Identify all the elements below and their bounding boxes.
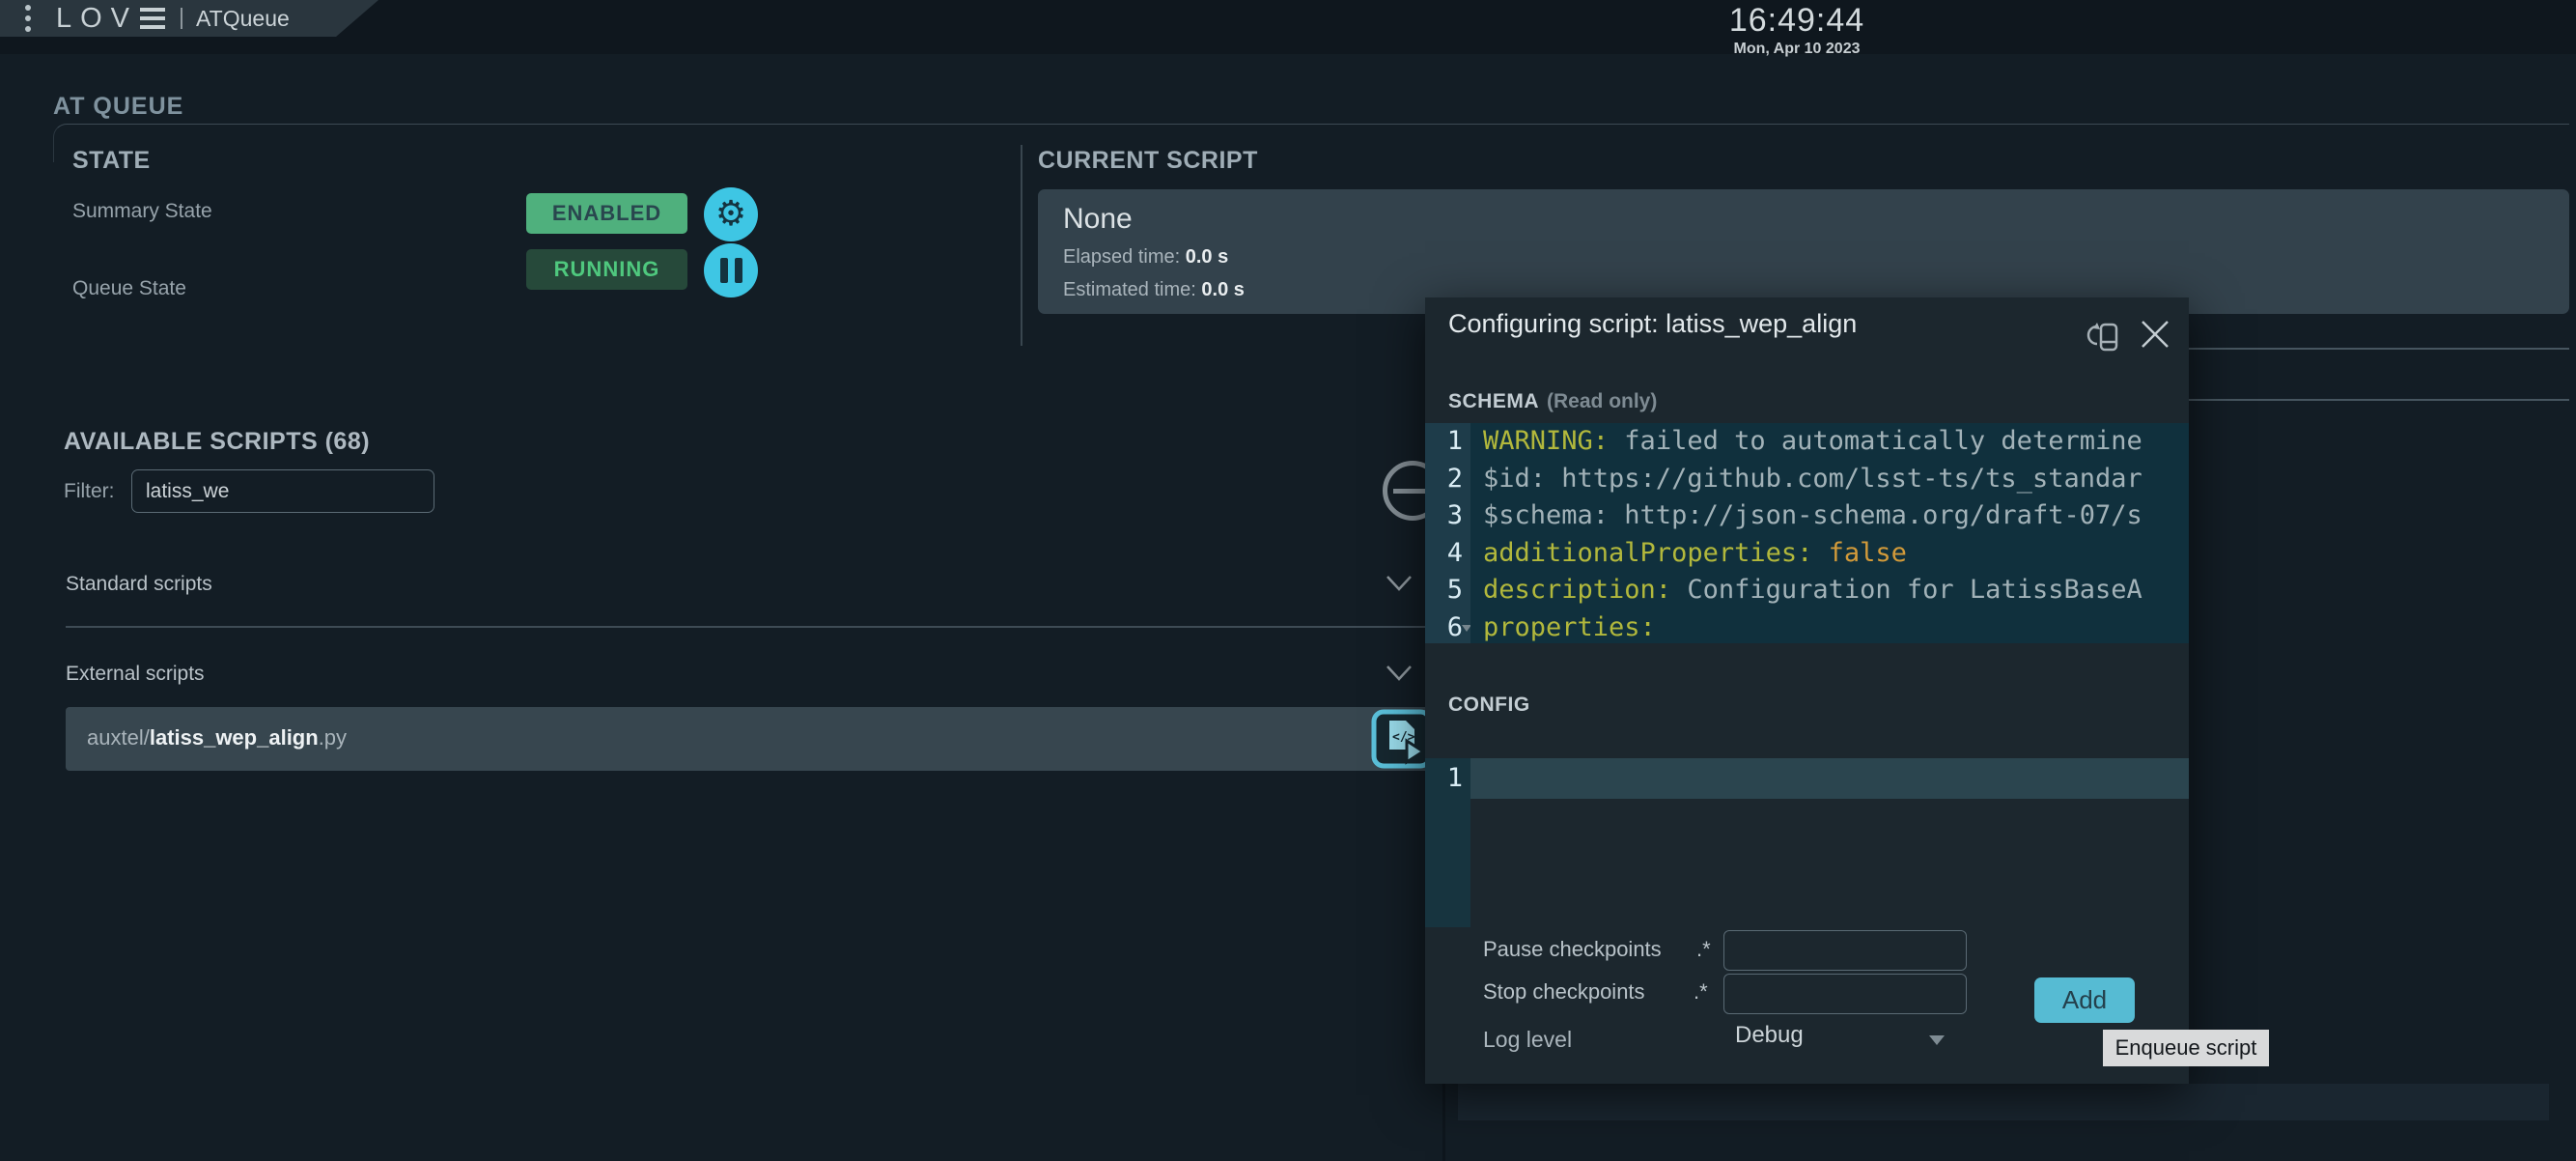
top-bar: LOV ATQueue (0, 0, 386, 37)
elapsed-time-value: 0.0 s (1186, 246, 1228, 268)
filter-input[interactable] (131, 469, 434, 513)
current-script-title: CURRENT SCRIPT (1038, 147, 1258, 175)
line-number: 4 (1425, 535, 1470, 573)
section-title: AT QUEUE (53, 93, 183, 121)
pause-checkpoints-label: Pause checkpoints (1483, 937, 1662, 962)
pause-checkpoints-input[interactable] (1723, 930, 1967, 971)
summary-state-badge: ENABLED (526, 193, 687, 234)
current-script-card: None Elapsed time: 0.0 s Estimated time:… (1038, 189, 2569, 314)
line-number: 1 (1425, 423, 1470, 461)
estimated-time-value: 0.0 s (1201, 279, 1244, 300)
config-title: CONFIG (1448, 694, 1530, 717)
schema-gutter: 1 2 3 4 5 6 (1425, 423, 1470, 643)
standard-scripts-label: Standard scripts (66, 573, 212, 596)
elapsed-time-label: Elapsed time: (1063, 246, 1186, 268)
script-path: auxtel/latiss_wep_align.py (87, 725, 347, 750)
script-path-prefix: auxtel/ (87, 725, 150, 750)
state-panel-title: STATE (72, 147, 151, 175)
queue-state-badge: RUNNING (526, 249, 687, 290)
top-strip (0, 0, 2576, 54)
app-title: ATQueue (196, 6, 290, 32)
filter-label: Filter: (64, 480, 115, 503)
love-logo: LOV (56, 3, 165, 35)
external-scripts-group[interactable]: External scripts (53, 645, 1440, 717)
atqueue-page: LOV ATQueue 16:49:44 Mon, Apr 10 2023 AT… (0, 0, 2576, 1161)
section-divider (53, 124, 2569, 162)
schema-title: SCHEMA (1448, 390, 1539, 412)
summary-state-config-button[interactable]: ⚙ (704, 187, 758, 241)
line-number: 3 (1425, 497, 1470, 535)
estimated-time-row: Estimated time: 0.0 s (1063, 279, 1245, 301)
log-level-select[interactable]: Debug (1723, 1020, 1950, 1059)
logo-divider (181, 8, 182, 29)
estimated-time-label: Estimated time: (1063, 279, 1201, 300)
script-extension: .py (319, 725, 347, 750)
modal-title: Configuring script: latiss_wep_align (1448, 309, 1857, 339)
caret-down-icon (1929, 1035, 1945, 1045)
line-number: 2 (1425, 461, 1470, 498)
group-divider (66, 626, 1440, 628)
pause-queue-button[interactable] (704, 243, 758, 297)
clock: 16:49:44 Mon, Apr 10 2023 (1695, 2, 1898, 58)
external-scripts-label: External scripts (66, 663, 205, 686)
pause-icon (720, 258, 742, 283)
elapsed-time-row: Elapsed time: 0.0 s (1063, 246, 1228, 269)
column-divider (1021, 145, 1022, 346)
clock-time: 16:49:44 (1695, 2, 1898, 40)
right-panel-fragment (1458, 1084, 2549, 1120)
logo-e-icon (140, 8, 165, 29)
chevron-down-icon (1386, 665, 1413, 682)
enqueue-script-tooltip: Enqueue script (2103, 1030, 2269, 1066)
stop-checkpoints-input[interactable] (1723, 974, 1967, 1014)
gear-icon: ⚙ (715, 197, 746, 232)
line-number: 6 (1425, 609, 1470, 644)
queue-state-label: Queue State (72, 277, 186, 300)
schema-heading: SCHEMA (Read only) (1448, 390, 1657, 413)
line-number: 1 (1425, 758, 1470, 799)
close-icon[interactable] (2138, 317, 2172, 352)
config-gutter: 1 (1425, 758, 1470, 927)
line-number: 5 (1425, 572, 1470, 609)
available-scripts-title: AVAILABLE SCRIPTS (68) (64, 428, 370, 456)
menu-icon[interactable] (25, 5, 31, 32)
summary-state-label: Summary State (72, 200, 212, 223)
log-level-label: Log level (1483, 1027, 1572, 1053)
rotate-panel-icon[interactable] (2086, 319, 2124, 357)
chevron-down-icon (1386, 575, 1413, 592)
stop-checkpoints-regex: .* (1694, 979, 1708, 1005)
current-script-name: None (1063, 203, 1133, 236)
script-name: latiss_wep_align (150, 725, 319, 750)
stop-checkpoints-label: Stop checkpoints (1483, 979, 1645, 1005)
configure-script-modal: Configuring script: latiss_wep_align SCH… (1425, 297, 2189, 1084)
config-editor[interactable]: 1 (1425, 758, 2189, 927)
add-button[interactable]: Add (2034, 977, 2135, 1023)
schema-code: WARNING: failed to automatically determi… (1470, 423, 2189, 643)
pause-checkpoints-regex: .* (1696, 937, 1711, 962)
column-gap (1442, 1084, 1445, 1161)
logo-text: LOV (56, 3, 138, 35)
script-list-item[interactable]: auxtel/latiss_wep_align.py </> (66, 707, 1429, 771)
log-level-value: Debug (1735, 1022, 1804, 1049)
clock-date: Mon, Apr 10 2023 (1695, 41, 1898, 58)
standard-scripts-group[interactable]: Standard scripts (53, 555, 1440, 627)
launch-script-icon: </> (1371, 709, 1433, 769)
configure-script-button[interactable]: </> (1371, 709, 1433, 769)
config-active-line (1470, 758, 2189, 799)
schema-readonly-label: (Read only) (1547, 390, 1657, 412)
schema-editor: 1 2 3 4 5 6 WARNING: failed to automatic… (1425, 423, 2189, 643)
